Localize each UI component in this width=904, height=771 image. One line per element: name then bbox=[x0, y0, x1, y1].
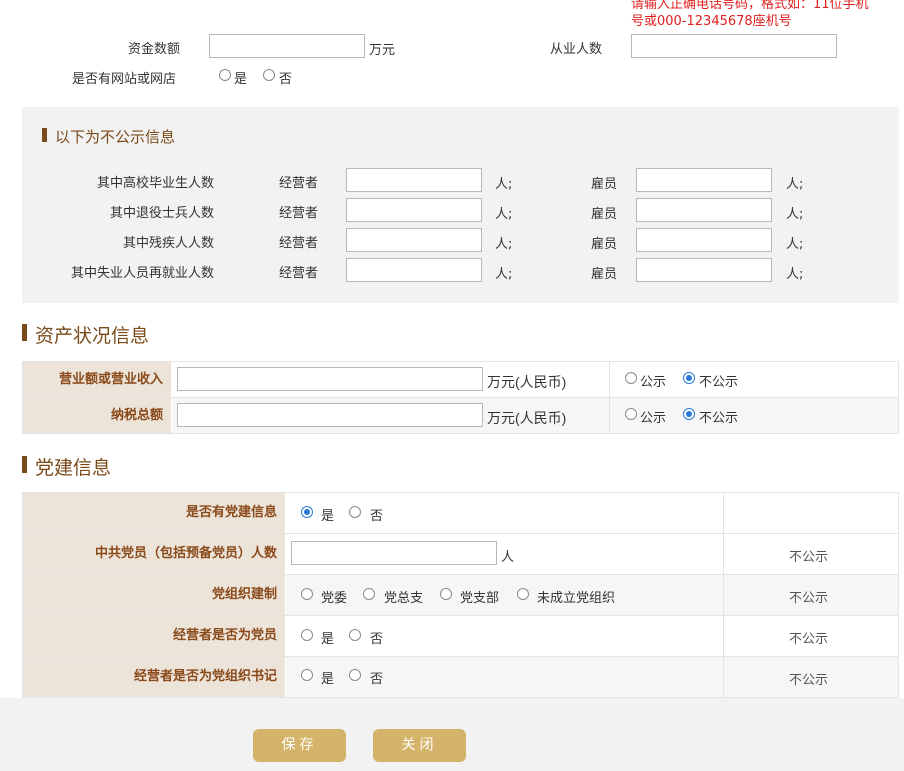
capital-label: 资金数额 bbox=[128, 42, 181, 57]
operator-member-no-label: 否 bbox=[370, 632, 384, 647]
veterans-operator-label: 经营者 bbox=[279, 206, 319, 221]
graduates-operator-unit: 人; bbox=[495, 177, 513, 192]
save-button[interactable]: 保存 bbox=[253, 729, 346, 762]
party-members-status: 不公示 bbox=[789, 550, 829, 565]
graduates-operator-label: 经营者 bbox=[279, 176, 319, 191]
tax-unit: 万元(人民币) bbox=[487, 410, 567, 426]
revenue-public-label: 公示 bbox=[640, 375, 667, 390]
nonpublic-title: 以下为不公示信息 bbox=[55, 128, 176, 146]
reemployed-operator-unit: 人; bbox=[495, 267, 513, 282]
has-party-label: 是否有党建信息 bbox=[23, 493, 285, 533]
tax-input[interactable] bbox=[177, 403, 483, 427]
veterans-employee-label: 雇员 bbox=[591, 207, 618, 222]
revenue-label: 营业额或营业收入 bbox=[23, 362, 171, 397]
phone-hint-line1: 请输入正确电话号码，格式如：11位手机 bbox=[631, 0, 869, 12]
party-title-bar bbox=[22, 456, 27, 473]
employees-label: 从业人数 bbox=[550, 42, 603, 57]
revenue-unit: 万元(人民币) bbox=[487, 374, 567, 390]
veterans-operator-unit: 人; bbox=[495, 207, 513, 222]
disabled-employee-input[interactable] bbox=[636, 228, 772, 252]
veterans-employee-input[interactable] bbox=[636, 198, 772, 222]
party-members-label: 中共党员（包括预备党员）人数 bbox=[23, 534, 285, 574]
graduates-employee-unit: 人; bbox=[786, 177, 804, 192]
party-title: 党建信息 bbox=[35, 457, 112, 479]
has-party-yes-radio[interactable] bbox=[301, 506, 313, 518]
operator-member-yes-radio[interactable] bbox=[301, 629, 313, 641]
veterans-label: 其中退役士兵人数 bbox=[109, 206, 214, 221]
capital-unit: 万元 bbox=[369, 43, 396, 58]
disabled-employee-unit: 人; bbox=[786, 237, 804, 252]
assets-col-divider bbox=[609, 362, 610, 433]
website-label: 是否有网站或网店 bbox=[72, 72, 177, 87]
veterans-employee-unit: 人; bbox=[786, 207, 804, 222]
reemployed-employee-unit: 人; bbox=[786, 267, 804, 282]
disabled-operator-unit: 人; bbox=[495, 237, 513, 252]
tax-public-radio[interactable] bbox=[625, 408, 637, 420]
graduates-employee-input[interactable] bbox=[636, 168, 772, 192]
tax-label: 纳税总额 bbox=[23, 398, 171, 433]
operator-secretary-yes-radio[interactable] bbox=[301, 669, 313, 681]
has-party-yes-label: 是 bbox=[321, 509, 335, 524]
website-yes-radio[interactable] bbox=[219, 69, 231, 81]
party-col-divider bbox=[723, 493, 724, 697]
phone-format-hint: 请输入正确电话号码，格式如：11位手机 号或000-12345678座机号 bbox=[631, 0, 869, 30]
graduates-employee-label: 雇员 bbox=[591, 177, 618, 192]
org-committee-radio[interactable] bbox=[301, 588, 313, 600]
operator-member-no-radio[interactable] bbox=[349, 629, 361, 641]
org-general-branch-label: 党总支 bbox=[384, 591, 424, 606]
graduates-label: 其中高校毕业生人数 bbox=[96, 176, 214, 191]
operator-secretary-no-label: 否 bbox=[370, 672, 384, 687]
operator-secretary-status: 不公示 bbox=[789, 673, 829, 688]
org-branch-label: 党支部 bbox=[460, 591, 500, 606]
operator-member-status: 不公示 bbox=[789, 632, 829, 647]
party-org-status: 不公示 bbox=[789, 591, 829, 606]
disabled-operator-label: 经营者 bbox=[279, 236, 319, 251]
disabled-operator-input[interactable] bbox=[346, 228, 482, 252]
party-org-label: 党组织建制 bbox=[23, 575, 285, 615]
veterans-operator-input[interactable] bbox=[346, 198, 482, 222]
close-button[interactable]: 关闭 bbox=[373, 729, 466, 762]
operator-secretary-no-radio[interactable] bbox=[349, 669, 361, 681]
org-general-branch-radio[interactable] bbox=[363, 588, 375, 600]
disabled-employee-label: 雇员 bbox=[591, 237, 618, 252]
revenue-input[interactable] bbox=[177, 367, 483, 391]
has-party-no-radio[interactable] bbox=[349, 506, 361, 518]
graduates-operator-input[interactable] bbox=[346, 168, 482, 192]
org-none-label: 未成立党组织 bbox=[537, 591, 616, 606]
operator-secretary-label: 经营者是否为党组织书记 bbox=[23, 657, 285, 697]
operator-member-label: 经营者是否为党员 bbox=[23, 616, 285, 656]
operator-secretary-yes-label: 是 bbox=[321, 672, 335, 687]
website-no-label: 否 bbox=[279, 72, 293, 87]
revenue-public-radio[interactable] bbox=[625, 372, 637, 384]
website-yes-label: 是 bbox=[234, 72, 248, 87]
org-branch-radio[interactable] bbox=[440, 588, 452, 600]
employees-input[interactable] bbox=[631, 34, 837, 58]
operator-member-yes-label: 是 bbox=[321, 632, 335, 647]
reemployed-employee-input[interactable] bbox=[636, 258, 772, 282]
reemployed-operator-input[interactable] bbox=[346, 258, 482, 282]
reemployed-label: 其中失业人员再就业人数 bbox=[70, 266, 214, 281]
has-party-no-label: 否 bbox=[370, 509, 384, 524]
revenue-private-radio[interactable] bbox=[683, 372, 695, 384]
phone-hint-line2: 号或000-12345678座机号 bbox=[631, 14, 792, 29]
tax-public-label: 公示 bbox=[640, 411, 667, 426]
org-none-radio[interactable] bbox=[517, 588, 529, 600]
assets-title: 资产状况信息 bbox=[35, 325, 150, 347]
disabled-label: 其中残疾人人数 bbox=[122, 236, 214, 251]
party-members-unit: 人 bbox=[501, 550, 515, 565]
reemployed-employee-label: 雇员 bbox=[591, 267, 618, 282]
tax-private-radio[interactable] bbox=[683, 408, 695, 420]
party-members-input[interactable] bbox=[291, 541, 497, 565]
reemployed-operator-label: 经营者 bbox=[279, 266, 319, 281]
nonpublic-title-bar bbox=[42, 128, 47, 142]
tax-private-label: 不公示 bbox=[699, 411, 739, 426]
assets-title-bar bbox=[22, 324, 27, 341]
capital-input[interactable] bbox=[209, 34, 365, 58]
website-no-radio[interactable] bbox=[263, 69, 275, 81]
revenue-private-label: 不公示 bbox=[699, 375, 739, 390]
org-committee-label: 党委 bbox=[321, 591, 348, 606]
